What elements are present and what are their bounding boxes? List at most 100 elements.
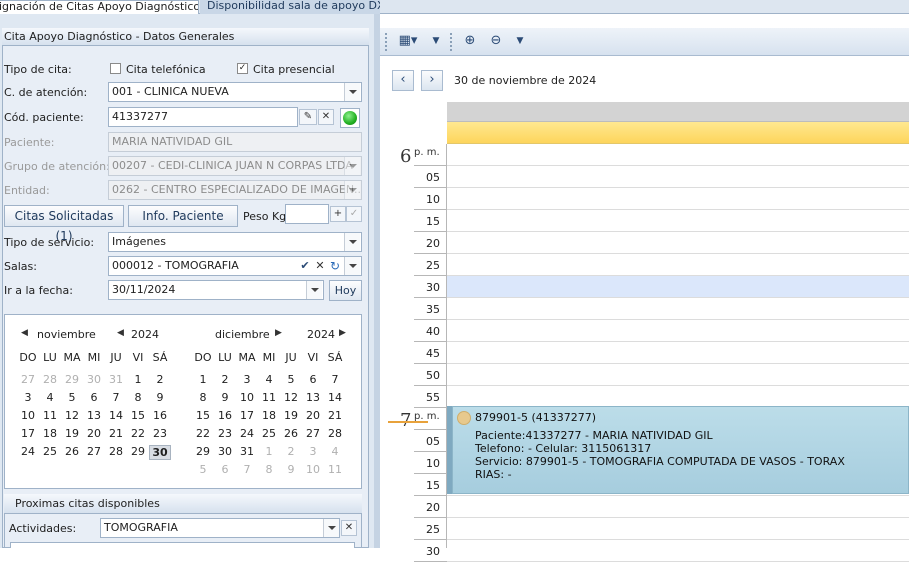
calendar-day[interactable]: 5	[61, 391, 83, 404]
calendar-day[interactable]: 17	[236, 409, 258, 422]
calendar-day[interactable]: 22	[127, 427, 149, 440]
chevron-down-icon[interactable]	[344, 257, 360, 275]
calendar-day[interactable]: 3	[302, 445, 324, 458]
chevron-down-icon[interactable]	[323, 519, 339, 537]
calendar-day[interactable]: 25	[258, 427, 280, 440]
chevron-down-icon[interactable]	[306, 281, 322, 299]
plus-icon[interactable]: +	[330, 206, 346, 222]
calendar-day[interactable]: 18	[39, 427, 61, 440]
calendar-day[interactable]: 19	[280, 409, 302, 422]
peso-input[interactable]	[285, 204, 329, 224]
calendar-day[interactable]: 3	[236, 373, 258, 386]
calendar-day[interactable]: 26	[280, 427, 302, 440]
selected-time-slot[interactable]	[447, 276, 909, 298]
prev-year-icon[interactable]: ◀	[117, 328, 124, 338]
calendar-day[interactable]: 6	[83, 391, 105, 404]
zoom-out-icon[interactable]: ⊖	[486, 32, 506, 52]
calendar-day[interactable]: 16	[149, 409, 171, 422]
calendar-day[interactable]: 30	[214, 445, 236, 458]
calendar-day[interactable]: 9	[214, 391, 236, 404]
all-day-area[interactable]	[447, 122, 909, 144]
calendar-view-icon[interactable]: ▦▾	[394, 32, 422, 52]
zoom-in-icon[interactable]: ⊕	[460, 32, 480, 52]
calendar-day[interactable]: 29	[192, 445, 214, 458]
tab-asignacion-citas[interactable]: ignación de Citas Apoyo Diagnóstico	[0, 0, 199, 14]
calendar-day[interactable]: 27	[302, 427, 324, 440]
calendar-day[interactable]: 23	[214, 427, 236, 440]
check-icon[interactable]: ✓	[346, 206, 362, 222]
calendar-day[interactable]: 15	[127, 409, 149, 422]
calendar-day[interactable]: 4	[39, 391, 61, 404]
prev-day-button[interactable]: ‹	[392, 70, 414, 91]
calendar-day[interactable]: 31	[105, 373, 127, 386]
cod-paciente-input[interactable]: 41337277	[108, 107, 298, 127]
calendar-day[interactable]: 8	[192, 391, 214, 404]
calendar-day[interactable]: 28	[39, 373, 61, 386]
cita-presencial-checkbox[interactable]: ✓	[237, 63, 248, 74]
chevron-down-icon[interactable]	[344, 233, 360, 251]
calendar-day[interactable]: 25	[39, 445, 61, 458]
calendar-day[interactable]: 29	[127, 445, 149, 458]
calendar-day[interactable]: 1	[258, 445, 280, 458]
calendar-day[interactable]: 13	[302, 391, 324, 404]
refresh-icon[interactable]: ↻	[328, 257, 342, 275]
calendar-day[interactable]: 19	[61, 427, 83, 440]
citas-solicitadas-button[interactable]: Citas Solicitadas (1)	[4, 205, 124, 243]
calendar-day[interactable]: 10	[236, 391, 258, 404]
chevron-down-icon[interactable]: ▼	[428, 32, 444, 52]
calendar-day[interactable]: 30	[149, 445, 171, 460]
calendar-day[interactable]: 7	[236, 463, 258, 476]
calendar-day[interactable]: 31	[236, 445, 258, 458]
calendar-day[interactable]: 21	[324, 409, 346, 422]
calendar-day[interactable]: 1	[127, 373, 149, 386]
calendar-day[interactable]: 23	[149, 427, 171, 440]
calendar-day[interactable]: 17	[17, 427, 39, 440]
calendar-day[interactable]: 1	[192, 373, 214, 386]
info-paciente-button[interactable]: Info. Paciente	[128, 205, 238, 227]
calendar-day[interactable]: 5	[192, 463, 214, 476]
calendar-day[interactable]: 6	[214, 463, 236, 476]
chevron-down-icon[interactable]: ▼	[512, 32, 528, 52]
calendar-day[interactable]: 21	[105, 427, 127, 440]
calendar-day[interactable]: 20	[302, 409, 324, 422]
calendar-day[interactable]: 12	[280, 391, 302, 404]
clear-icon[interactable]: ✕	[318, 109, 334, 125]
calendar-day[interactable]: 20	[83, 427, 105, 440]
calendar-day[interactable]: 6	[302, 373, 324, 386]
calendar-day[interactable]: 4	[324, 445, 346, 458]
calendar-day[interactable]: 2	[214, 373, 236, 386]
next-year-icon[interactable]: ▶	[339, 328, 346, 338]
calendar-day[interactable]: 27	[83, 445, 105, 458]
calendar-day[interactable]: 10	[302, 463, 324, 476]
calendar-day[interactable]: 30	[83, 373, 105, 386]
calendar-day[interactable]: 13	[83, 409, 105, 422]
calendar-day[interactable]: 3	[17, 391, 39, 404]
calendar-day[interactable]: 26	[61, 445, 83, 458]
calendar-day[interactable]: 29	[61, 373, 83, 386]
calendar-day[interactable]: 28	[105, 445, 127, 458]
calendar-day[interactable]: 14	[324, 391, 346, 404]
tab-disponibilidad-sala[interactable]: Disponibilidad sala de apoyo DX	[200, 0, 380, 14]
calendar-day[interactable]: 2	[280, 445, 302, 458]
eraser-icon[interactable]: ✎	[299, 109, 317, 125]
calendar-day[interactable]: 28	[324, 427, 346, 440]
calendar-day[interactable]: 9	[280, 463, 302, 476]
calendar-day[interactable]: 9	[149, 391, 171, 404]
tipo-servicio-select[interactable]: Imágenes	[108, 232, 362, 252]
calendar-day[interactable]: 24	[17, 445, 39, 458]
calendar-day[interactable]: 11	[39, 409, 61, 422]
calendar-day[interactable]: 8	[127, 391, 149, 404]
calendar-day[interactable]: 15	[192, 409, 214, 422]
calendar-day[interactable]: 11	[324, 463, 346, 476]
calendar-day[interactable]: 8	[258, 463, 280, 476]
accept-icon[interactable]: ✔	[298, 257, 312, 275]
calendar-day[interactable]: 27	[17, 373, 39, 386]
calendar-day[interactable]: 11	[258, 391, 280, 404]
clear-icon[interactable]: ✕	[313, 257, 327, 275]
calendar-day[interactable]: 14	[105, 409, 127, 422]
calendar-day[interactable]: 12	[61, 409, 83, 422]
next-month-icon[interactable]: ▶	[275, 328, 282, 338]
calendar-day[interactable]: 2	[149, 373, 171, 386]
prev-month-icon[interactable]: ◀	[21, 328, 28, 338]
hoy-button[interactable]: Hoy	[329, 280, 362, 301]
